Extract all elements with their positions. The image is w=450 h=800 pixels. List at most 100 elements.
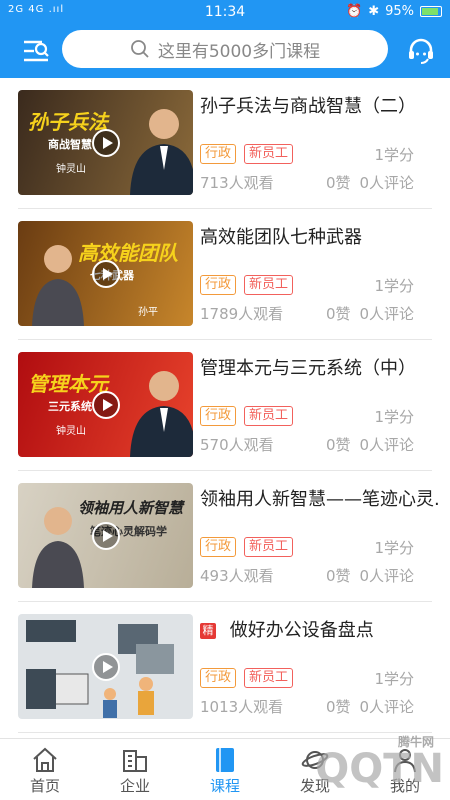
course-title[interactable]: 管理本元与三元系统（中）	[200, 354, 440, 380]
course-likes: 0赞	[326, 305, 351, 323]
search-input[interactable]: 这里有5000多门课程	[62, 30, 388, 68]
thumbnail-title: 高效能团队	[78, 241, 178, 265]
course-tags: 行政 新员工	[200, 144, 294, 164]
course-thumbnail[interactable]: 高效能团队 七种武器 孙平	[18, 221, 193, 326]
course-views: 493人观看	[200, 567, 274, 585]
course-likes: 0赞	[326, 698, 351, 716]
status-bar: 2G 4G .ııl 11:34 ⏰ ✱ 95%	[0, 0, 450, 24]
alarm-icon: ⏰	[346, 4, 363, 19]
course-list[interactable]: 孙子兵法 商战智慧 钟灵山 孙子兵法与商战智慧（二） 行政 新员工 1学分 71…	[0, 78, 450, 738]
nav-label: 课程	[209, 777, 240, 795]
tag-audience: 新员工	[244, 144, 294, 164]
tag-department: 行政	[200, 275, 237, 295]
course-tags: 行政 新员工	[200, 668, 294, 688]
course-views: 570人观看	[200, 436, 274, 454]
course-likes: 0赞	[326, 567, 351, 585]
course-item[interactable]: 孙子兵法 商战智慧 钟灵山 孙子兵法与商战智慧（二） 行政 新员工 1学分 71…	[0, 78, 450, 209]
course-title-text: 孙子兵法与商战智慧（二）	[200, 96, 416, 117]
course-thumbnail[interactable]: 管理本元 三元系统 钟灵山	[18, 352, 193, 457]
play-icon[interactable]	[92, 260, 120, 288]
course-title[interactable]: 领袖用人新智慧——笔迹心灵...	[200, 485, 440, 511]
battery-percent: 95%	[385, 4, 414, 19]
tag-department: 行政	[200, 537, 237, 557]
home-icon	[33, 747, 57, 772]
course-item[interactable]: 领袖用人新智慧 笔迹心灵解码学 领袖用人新智慧——笔迹心灵... 行政 新员工 …	[0, 471, 450, 602]
divider	[18, 732, 432, 733]
book-icon	[216, 748, 234, 772]
search-icon	[130, 40, 149, 58]
course-views: 1789人观看	[200, 305, 284, 323]
nav-label: 首页	[29, 777, 60, 795]
nav-label: 企业	[119, 777, 150, 795]
app-header: 这里有5000多门课程	[0, 24, 450, 78]
thumbnail-teacher: 钟灵山	[56, 164, 86, 175]
course-likes: 0赞	[326, 436, 351, 454]
nav-item-1[interactable]: 企业	[90, 739, 180, 800]
course-title-text: 做好办公设备盘点	[229, 620, 374, 641]
course-views: 713人观看	[200, 174, 274, 192]
tag-department: 行政	[200, 668, 237, 688]
tag-audience: 新员工	[244, 275, 294, 295]
nav-item-4[interactable]: 我的	[360, 739, 450, 800]
course-credit: 1学分	[374, 146, 414, 164]
status-icons: ⏰ ✱ 95%	[346, 4, 442, 19]
course-title[interactable]: 高效能团队七种武器	[200, 223, 440, 249]
course-comments: 0人评论	[359, 305, 414, 323]
thumbnail-subtitle: 三元系统	[48, 400, 92, 413]
thumbnail-teacher: 孙平	[138, 307, 158, 318]
nav-label: 发现	[299, 777, 330, 795]
course-title-text: 高效能团队七种武器	[200, 227, 362, 248]
tag-department: 行政	[200, 406, 237, 426]
category-menu-button[interactable]	[22, 38, 50, 64]
play-icon[interactable]	[92, 391, 120, 419]
course-title[interactable]: 孙子兵法与商战智慧（二）	[200, 92, 440, 118]
battery-icon	[420, 6, 442, 17]
course-views: 1013人观看	[200, 698, 284, 716]
play-icon[interactable]	[92, 129, 120, 157]
tag-audience: 新员工	[244, 406, 294, 426]
headset-icon	[409, 38, 433, 64]
course-comments: 0人评论	[359, 174, 414, 192]
course-title-text: 管理本元与三元系统（中）	[200, 358, 416, 379]
search-placeholder: 这里有5000多门课程	[157, 41, 321, 62]
building-icon	[123, 750, 147, 772]
course-thumbnail[interactable]: 孙子兵法 商战智慧 钟灵山	[18, 90, 193, 195]
course-credit: 1学分	[374, 408, 414, 426]
course-credit: 1学分	[374, 277, 414, 295]
course-credit: 1学分	[374, 670, 414, 688]
course-item[interactable]: 高效能团队 七种武器 孙平 高效能团队七种武器 行政 新员工 1学分 1789人…	[0, 209, 450, 340]
course-credit: 1学分	[374, 539, 414, 557]
course-comments: 0人评论	[359, 436, 414, 454]
thumbnail-title: 管理本元	[28, 372, 108, 396]
course-title-text: 领袖用人新智慧——笔迹心灵...	[200, 489, 440, 510]
nav-item-0[interactable]: 首页	[0, 739, 90, 800]
course-tags: 行政 新员工	[200, 275, 294, 295]
play-icon[interactable]	[92, 522, 120, 550]
menu-search-icon	[24, 40, 49, 62]
course-thumbnail[interactable]	[18, 614, 193, 719]
user-icon	[394, 749, 416, 773]
course-thumbnail[interactable]: 领袖用人新智慧 笔迹心灵解码学	[18, 483, 193, 588]
play-icon[interactable]	[92, 653, 120, 681]
customer-service-button[interactable]	[406, 36, 436, 66]
course-comments: 0人评论	[359, 698, 414, 716]
tag-audience: 新员工	[244, 537, 294, 557]
course-item[interactable]: 管理本元 三元系统 钟灵山 管理本元与三元系统（中） 行政 新员工 1学分 57…	[0, 340, 450, 471]
nav-item-3[interactable]: 发现	[270, 739, 360, 800]
tag-audience: 新员工	[244, 668, 294, 688]
thumbnail-teacher: 钟灵山	[56, 426, 86, 437]
planet-icon	[301, 751, 329, 769]
course-tags: 行政 新员工	[200, 406, 294, 426]
tag-department: 行政	[200, 144, 237, 164]
course-comments: 0人评论	[359, 567, 414, 585]
nav-item-2[interactable]: 课程	[180, 739, 270, 800]
course-item[interactable]: 精 做好办公设备盘点 行政 新员工 1学分 1013人观看 0赞 0人评论	[0, 602, 450, 733]
bottom-navigation: 首页 企业 课程 发现 我的	[0, 738, 450, 800]
thumbnail-title: 领袖用人新智慧	[78, 499, 184, 517]
course-tags: 行政 新员工	[200, 537, 294, 557]
featured-badge: 精	[200, 623, 216, 639]
bluetooth-icon: ✱	[368, 4, 380, 19]
course-likes: 0赞	[326, 174, 351, 192]
thumbnail-subtitle: 商战智慧	[48, 138, 92, 151]
course-title[interactable]: 精 做好办公设备盘点	[200, 616, 440, 642]
